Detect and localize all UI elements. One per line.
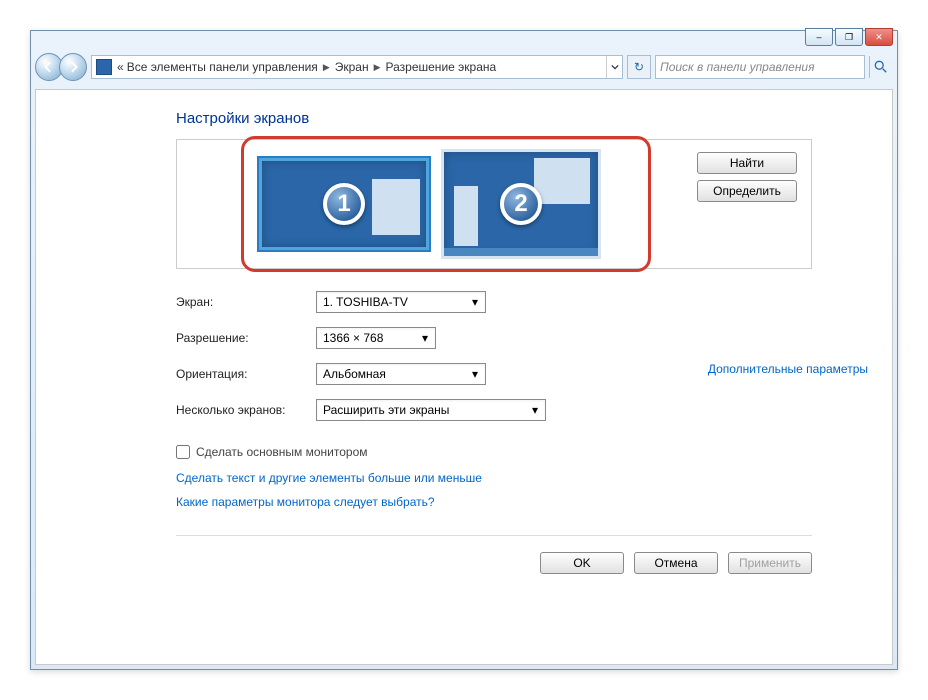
control-panel-icon — [96, 59, 112, 75]
cancel-button[interactable]: Отмена — [634, 552, 718, 574]
nav-arrows — [35, 53, 87, 81]
page-title: Настройки экранов — [176, 110, 812, 127]
find-button[interactable]: Найти — [697, 152, 797, 174]
monitor-number-badge: 2 — [500, 183, 542, 225]
chevron-right-icon: ▶ — [323, 62, 330, 73]
content-area: Настройки экранов 1 2 Найти Определить — [35, 89, 893, 665]
multi-display-label: Несколько экранов: — [176, 403, 316, 417]
breadcrumb: « Все элементы панели управления ▶ Экран… — [92, 59, 606, 75]
identify-button[interactable]: Определить — [697, 180, 797, 202]
display-label: Экран: — [176, 295, 316, 309]
make-primary-checkbox[interactable] — [176, 445, 190, 459]
thumbnail-decoration — [534, 158, 590, 204]
chevron-down-icon: ▾ — [417, 330, 433, 346]
window-frame: – ❐ ✕ « Все элементы панели управления ▶… — [30, 30, 898, 670]
orientation-label: Ориентация: — [176, 367, 316, 381]
refresh-icon: ↻ — [634, 60, 644, 74]
address-bar[interactable]: « Все элементы панели управления ▶ Экран… — [91, 55, 623, 79]
refresh-button[interactable]: ↻ — [627, 55, 651, 79]
search-icon — [874, 60, 888, 74]
ok-button[interactable]: OK — [540, 552, 624, 574]
chevron-right-icon: ▶ — [374, 62, 381, 73]
breadcrumb-item[interactable]: Экран — [335, 60, 369, 74]
address-dropdown-button[interactable] — [606, 56, 622, 78]
monitor-thumbnail-1[interactable]: 1 — [259, 158, 429, 250]
display-dropdown[interactable]: 1. TOSHIBA-TV ▾ — [316, 291, 486, 313]
chevron-down-icon: ▾ — [467, 294, 483, 310]
breadcrumb-prefix: « — [117, 60, 124, 74]
advanced-settings-link[interactable]: Дополнительные параметры — [708, 362, 868, 376]
divider — [176, 535, 812, 536]
arrow-left-icon — [43, 61, 55, 73]
search-input[interactable]: Поиск в панели управления — [655, 55, 865, 79]
orientation-dropdown[interactable]: Альбомная ▾ — [316, 363, 486, 385]
help-link[interactable]: Какие параметры монитора следует выбрать… — [176, 495, 435, 509]
preview-side-buttons: Найти Определить — [683, 140, 811, 268]
multi-display-value: Расширить эти экраны — [323, 403, 449, 417]
minimize-button[interactable]: – — [805, 28, 833, 46]
search-button[interactable] — [869, 56, 891, 78]
chevron-down-icon: ▾ — [527, 402, 543, 418]
chevron-down-icon — [611, 63, 619, 71]
multi-display-dropdown[interactable]: Расширить эти экраны ▾ — [316, 399, 546, 421]
resolution-dropdown[interactable]: 1366 × 768 ▾ — [316, 327, 436, 349]
thumbnail-decoration — [454, 186, 478, 246]
text-size-link[interactable]: Сделать текст и другие элементы больше и… — [176, 471, 482, 485]
close-button[interactable]: ✕ — [865, 28, 893, 46]
breadcrumb-item[interactable]: Все элементы панели управления — [127, 60, 318, 74]
maximize-button[interactable]: ❐ — [835, 28, 863, 46]
caption-buttons: – ❐ ✕ — [805, 28, 893, 46]
breadcrumb-item[interactable]: Разрешение экрана — [386, 60, 497, 74]
forward-button[interactable] — [59, 53, 87, 81]
monitor-number-badge: 1 — [323, 183, 365, 225]
search-placeholder: Поиск в панели управления — [660, 60, 860, 74]
resolution-label: Разрешение: — [176, 331, 316, 345]
arrow-right-icon — [67, 61, 79, 73]
resolution-value: 1366 × 768 — [323, 331, 383, 345]
orientation-value: Альбомная — [323, 367, 386, 381]
chevron-down-icon: ▾ — [467, 366, 483, 382]
dialog-buttons: OK Отмена Применить — [176, 552, 812, 574]
thumbnail-decoration — [444, 248, 598, 256]
monitor-thumbnail-2[interactable]: 2 — [441, 149, 601, 259]
monitor-preview-canvas[interactable]: 1 2 — [177, 140, 683, 268]
display-preview-area: 1 2 Найти Определить — [176, 139, 812, 269]
navigation-bar: « Все элементы панели управления ▶ Экран… — [31, 49, 897, 85]
apply-button[interactable]: Применить — [728, 552, 812, 574]
make-primary-label: Сделать основным монитором — [196, 445, 368, 459]
thumbnail-decoration — [372, 179, 420, 235]
display-value: 1. TOSHIBA-TV — [323, 295, 408, 309]
